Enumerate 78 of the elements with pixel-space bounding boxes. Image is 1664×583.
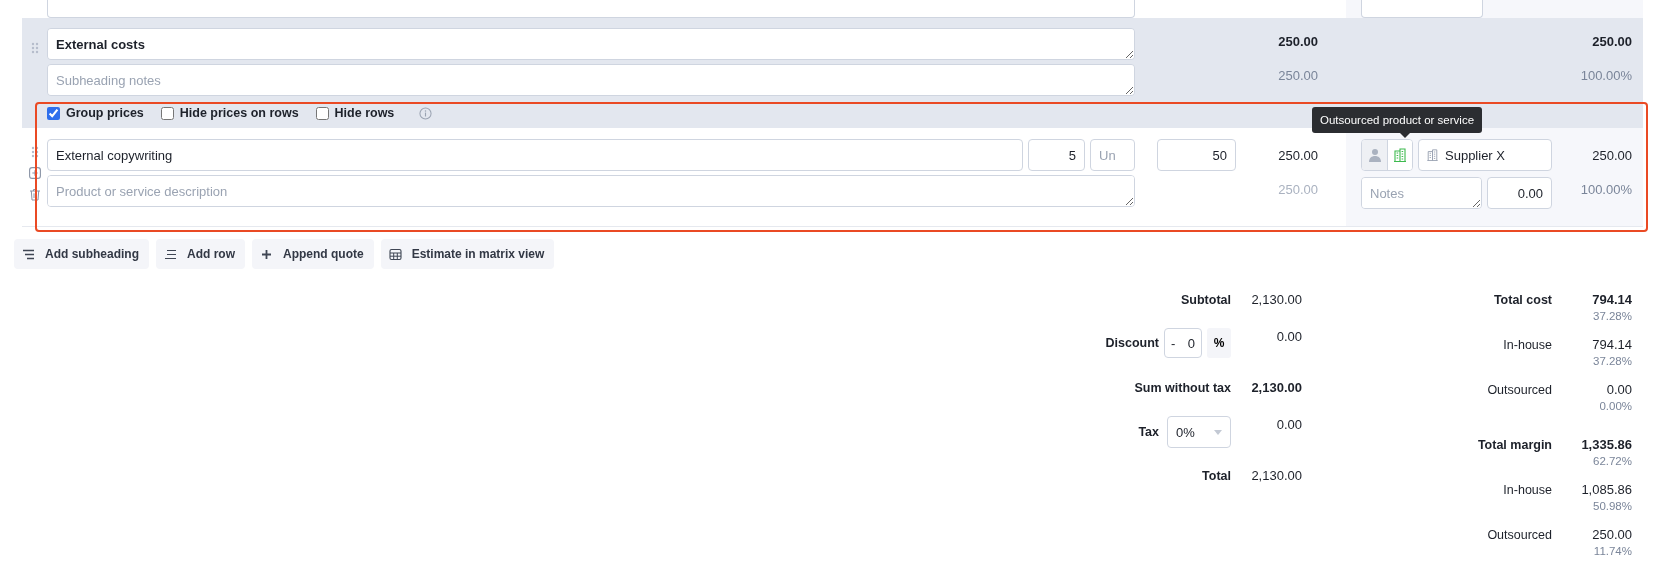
cost-value: 794.14 — [1592, 336, 1632, 354]
action-button[interactable]: Estimate in matrix view — [380, 239, 555, 269]
subheading-price: 250.00 — [1278, 34, 1318, 49]
cost-label: In-house — [1502, 482, 1552, 499]
plus-icon — [260, 247, 273, 261]
outsourced-toggle[interactable] — [1387, 140, 1412, 170]
discount-field[interactable]: - 0 — [1164, 328, 1202, 358]
person-icon — [1367, 148, 1382, 162]
drag-handle-icon — [30, 42, 39, 54]
building-icon — [1394, 148, 1406, 162]
checkbox-label: Hide rows — [334, 106, 395, 120]
cost-label: Total margin — [1476, 437, 1552, 454]
checkbox-label: Hide prices on rows — [179, 106, 299, 120]
list-icon — [164, 247, 177, 261]
add-icon[interactable] — [28, 167, 41, 179]
action-button[interactable]: Add subheading — [14, 239, 149, 269]
name-field[interactable]: External copywriting — [47, 139, 1023, 171]
cost-percent: 37.28% — [1593, 309, 1632, 323]
cost-value: 1,335.86 — [1581, 436, 1632, 454]
description-field[interactable]: Product or service description — [47, 175, 1135, 207]
margin-percent: 100.00% — [1580, 68, 1632, 83]
caret-icon — [1214, 429, 1222, 435]
action-button[interactable]: Append quote — [252, 239, 374, 269]
building-icon — [1427, 149, 1438, 161]
checkbox-label: Group prices — [66, 106, 144, 120]
cost-label: Total cost — [1492, 292, 1552, 309]
info-icon — [419, 106, 433, 120]
checkbox[interactable] — [315, 106, 329, 120]
subheading-price-sub: 250.00 — [1278, 68, 1318, 83]
list-icon — [22, 247, 35, 261]
summary-label: Tax — [1138, 425, 1159, 439]
cost-label: Outsourced — [1486, 527, 1552, 544]
cost-value: 250.00 — [1592, 526, 1632, 544]
summary-value: 2,130.00 — [1250, 467, 1302, 485]
input-field[interactable] — [1361, 0, 1483, 18]
notes-field[interactable]: Notes — [1361, 177, 1482, 209]
in-house-toggle[interactable] — [1362, 140, 1387, 170]
trash-icon[interactable] — [28, 188, 41, 201]
quantity-field[interactable]: 5 — [1028, 139, 1085, 171]
tooltip-pointer-icon — [1400, 133, 1410, 138]
summary-label: Total — [1202, 469, 1231, 483]
summary-label: Discount — [1105, 336, 1159, 350]
input-field[interactable] — [47, 0, 1135, 18]
summary-value: 0.00 — [1275, 416, 1302, 434]
unit-price-field[interactable]: 50 — [1157, 139, 1236, 171]
tooltip: Outsourced product or service — [1312, 107, 1483, 138]
row-amount: 250.00 — [1278, 148, 1318, 163]
checkbox[interactable] — [47, 106, 60, 120]
cost-value: 1,085.86 — [1581, 481, 1632, 499]
supplier-field[interactable]: Supplier X — [1418, 139, 1552, 171]
action-button[interactable]: Add row — [156, 239, 245, 269]
table-icon — [388, 247, 402, 261]
drag-handle-icon — [30, 146, 39, 158]
cost-percent: 11.74% — [1593, 544, 1632, 558]
cost-field[interactable]: 0.00 — [1487, 177, 1552, 209]
checkbox[interactable] — [160, 106, 174, 120]
cost-percent: 50.98% — [1593, 499, 1632, 513]
subheading-total: 250.00 — [1592, 34, 1632, 49]
margin-percent: 100.00% — [1580, 182, 1632, 197]
cost-label: Outsourced — [1486, 382, 1552, 399]
summary-value: 2,130.00 — [1250, 291, 1302, 309]
notes-field[interactable]: Subheading notes — [47, 64, 1135, 96]
summary-value: 0.00 — [1275, 328, 1302, 346]
row-total: 250.00 — [1592, 148, 1632, 163]
subheading-field[interactable]: External costs — [47, 28, 1135, 60]
summary-label: Subtotal — [1181, 293, 1231, 307]
cost-value: 0.00 — [1606, 381, 1632, 399]
cost-percent: 62.72% — [1593, 454, 1632, 468]
unit-field[interactable]: Un — [1090, 139, 1135, 171]
tax-select[interactable]: 0% — [1167, 416, 1231, 448]
cost-percent: 0.00% — [1599, 399, 1632, 413]
percent-button[interactable]: % — [1207, 328, 1231, 358]
cost-percent: 37.28% — [1593, 354, 1632, 368]
cost-value: 794.14 — [1592, 291, 1632, 309]
summary-value: 2,130.00 — [1250, 379, 1302, 397]
row-amount-sub: 250.00 — [1278, 182, 1318, 197]
cost-label: In-house — [1502, 337, 1552, 354]
summary-label: Sum without tax — [1134, 381, 1231, 395]
